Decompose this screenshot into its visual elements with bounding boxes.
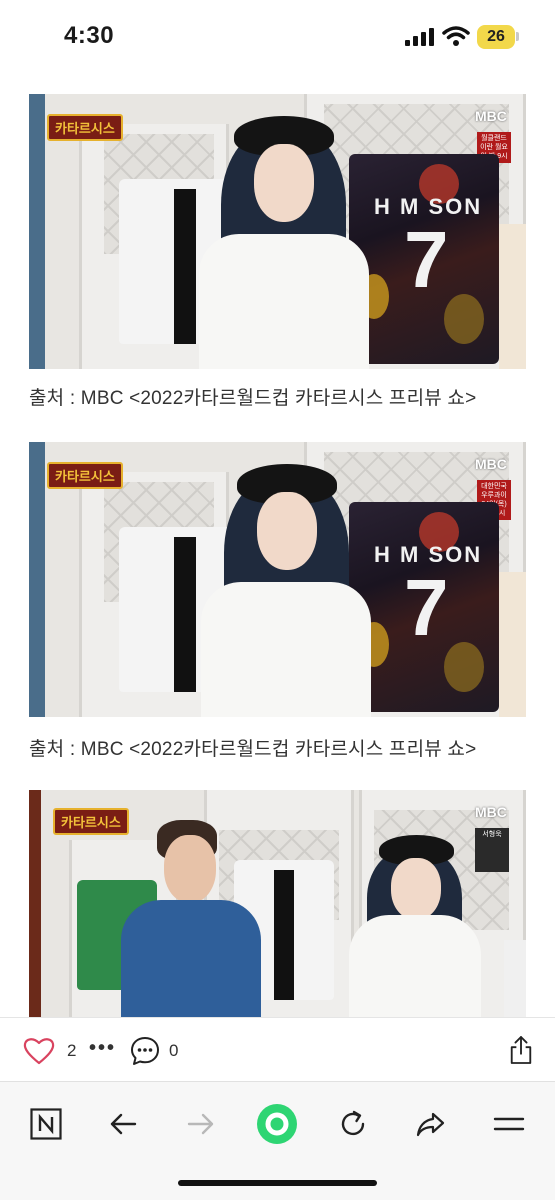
- back-arrow-icon: [110, 1113, 137, 1135]
- studio-edge: [499, 224, 526, 369]
- cellular-signal-icon: [405, 28, 434, 46]
- person-body: [199, 234, 369, 369]
- comment-icon[interactable]: [129, 1035, 161, 1067]
- naver-n-icon: [30, 1108, 62, 1140]
- back-button[interactable]: [99, 1100, 147, 1148]
- post-action-bar: 2 ••• 0: [0, 1017, 555, 1081]
- post-content[interactable]: 카타르시스 MBC 월클랜드 이란 월요일 밤 9시 H M SON 7 출처 …: [0, 72, 555, 1017]
- broadcast-info: 서형욱: [475, 828, 509, 872]
- show-logo: 카타르시스: [47, 462, 123, 489]
- comment-count: 0: [169, 1041, 179, 1060]
- post-image-1[interactable]: 카타르시스 MBC 월클랜드 이란 월요일 밤 9시 H M SON 7: [29, 94, 526, 369]
- menu-button[interactable]: [485, 1100, 533, 1148]
- share-button[interactable]: [407, 1100, 455, 1148]
- person-body: [201, 582, 371, 717]
- like-count: 2: [67, 1041, 77, 1060]
- refresh-icon: [341, 1110, 365, 1136]
- status-bar: 4:30 26: [0, 0, 555, 72]
- forward-button[interactable]: [177, 1100, 225, 1148]
- studio-edge: [29, 442, 45, 717]
- forward-arrow-icon: [187, 1113, 214, 1135]
- green-dot-icon: [257, 1104, 297, 1144]
- share-upload-icon[interactable]: [508, 1034, 534, 1066]
- menu-icon: [493, 1117, 525, 1131]
- heart-icon[interactable]: [22, 1036, 56, 1066]
- post-image-2[interactable]: 카타르시스 MBC 대한민국 우루과이 24일(목) 밤 10시 H M SON…: [29, 442, 526, 717]
- green-dot-button[interactable]: [253, 1100, 301, 1148]
- korea-jersey: H M SON 7: [349, 154, 499, 364]
- person-face: [254, 144, 314, 222]
- show-logo: 카타르시스: [53, 808, 129, 835]
- studio-edge: [499, 572, 526, 717]
- jersey-number: 7: [404, 215, 449, 304]
- jersey-number: 7: [404, 563, 449, 652]
- share-icon: [416, 1112, 445, 1137]
- battery-level: 26: [477, 25, 515, 49]
- mbc-logo: MBC: [475, 456, 507, 472]
- mbc-logo: MBC: [475, 108, 507, 124]
- person-body: [121, 900, 261, 1017]
- mbc-logo: MBC: [475, 804, 507, 820]
- studio-edge: [504, 940, 526, 1017]
- image-caption: 출처 : MBC <2022카타르월드컵 카타르시스 프리뷰 쇼>: [29, 388, 477, 409]
- post-image-3[interactable]: 카타르시스 MBC 서형욱: [29, 790, 526, 1017]
- home-indicator[interactable]: [178, 1180, 377, 1186]
- person-face: [257, 492, 317, 570]
- status-time: 4:30: [64, 22, 115, 49]
- image-caption: 출처 : MBC <2022카타르월드컵 카타르시스 프리뷰 쇼>: [29, 739, 477, 760]
- studio-edge: [29, 94, 45, 369]
- person-face: [164, 835, 216, 903]
- person-face: [391, 858, 441, 920]
- refresh-button[interactable]: [329, 1100, 377, 1148]
- wifi-icon: [442, 26, 470, 46]
- naver-home-button[interactable]: [22, 1100, 70, 1148]
- battery-nub: [516, 32, 519, 41]
- korea-jersey: H M SON 7: [349, 502, 499, 712]
- person-body: [349, 915, 481, 1017]
- studio-edge: [29, 790, 41, 1017]
- show-logo: 카타르시스: [47, 114, 123, 141]
- more-options-button[interactable]: •••: [89, 1037, 116, 1060]
